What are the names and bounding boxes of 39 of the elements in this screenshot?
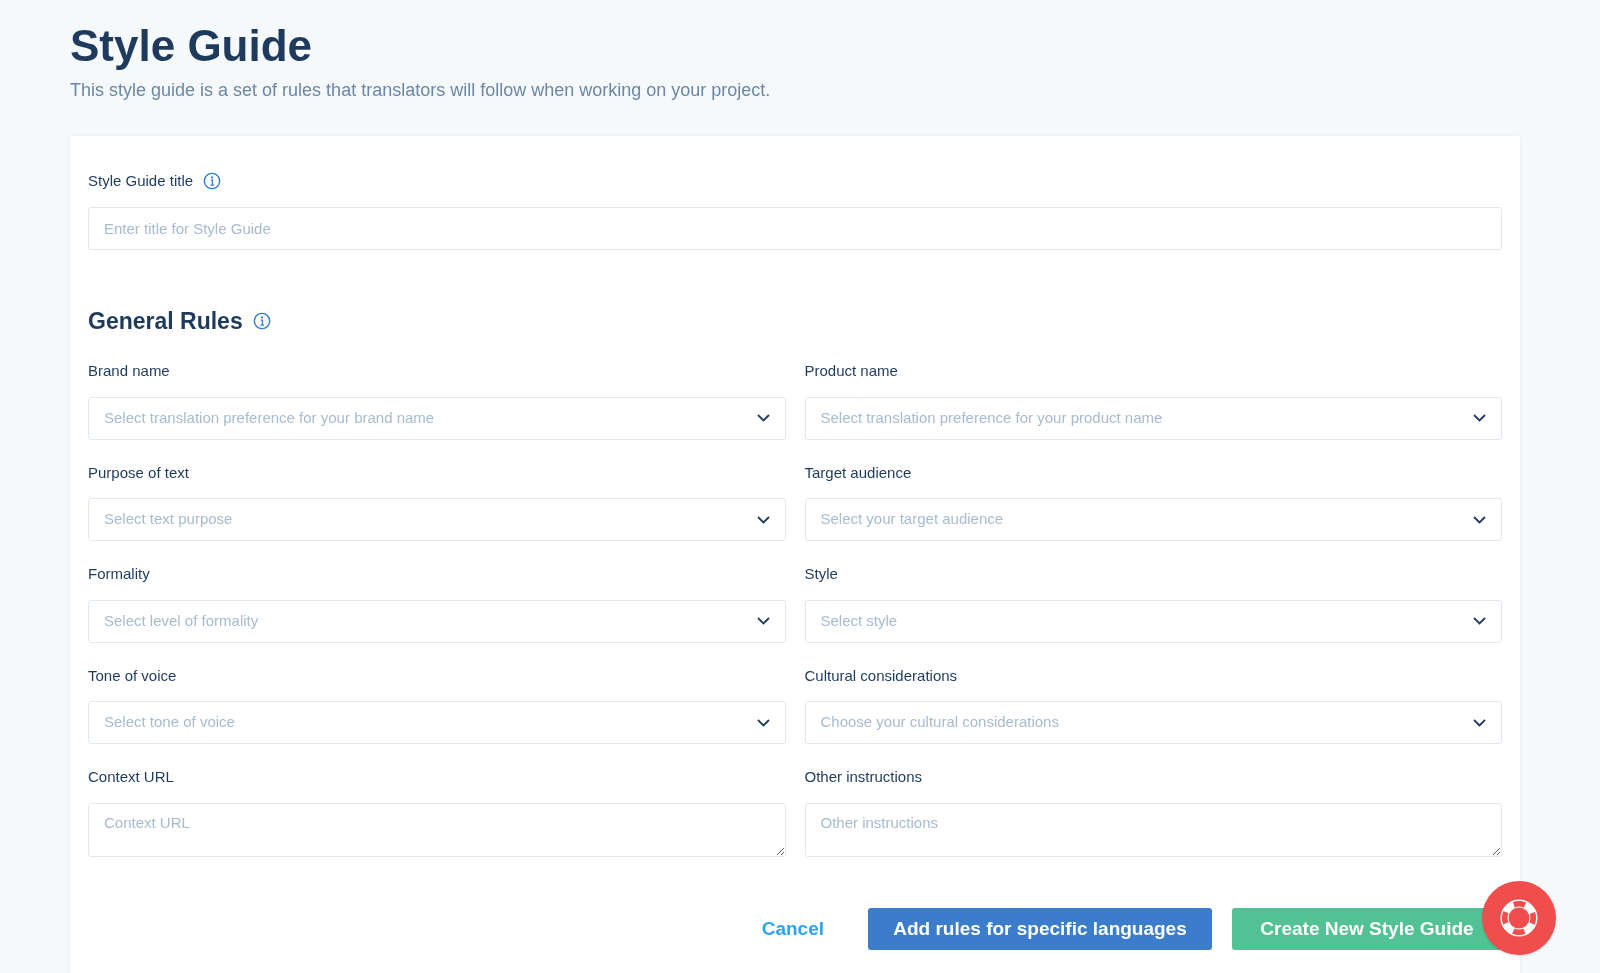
field-label: Cultural considerations: [804, 665, 959, 686]
field-label: Product name: [804, 361, 899, 381]
text-area[interactable]: Other instructions: [804, 802, 1502, 857]
field-label: Tone of voice: [88, 665, 178, 686]
text-area[interactable]: Context URL: [88, 802, 786, 857]
info-icon[interactable]: [252, 311, 271, 330]
chevron-down-icon: [1473, 617, 1486, 625]
select-field[interactable]: Select translation preference for your brand name: [88, 396, 786, 440]
title-input[interactable]: Enter title for Style Guide: [88, 206, 1502, 250]
add-rules-button[interactable]: Add rules for specific languages: [868, 907, 1212, 950]
info-icon[interactable]: [203, 172, 222, 191]
field-label: Formality: [88, 564, 151, 584]
field-label: Brand name: [88, 361, 171, 381]
chevron-down-icon: [1473, 515, 1486, 524]
page-title: Style Guide: [70, 20, 314, 72]
section-heading: General Rules: [88, 306, 243, 336]
chevron-down-icon: [1473, 414, 1486, 422]
chevron-down-icon: [756, 718, 770, 727]
chevron-down-icon: [756, 515, 770, 524]
help-button[interactable]: [1482, 881, 1556, 955]
lifebuoy-icon: [1500, 899, 1538, 937]
field-label: Style: [804, 564, 839, 584]
cancel-button[interactable]: Cancel: [737, 906, 848, 951]
chevron-down-icon: [756, 414, 770, 422]
select-field[interactable]: Select style: [804, 599, 1502, 643]
field-label: Purpose of text: [88, 462, 190, 483]
select-field[interactable]: Select text purpose: [88, 498, 786, 541]
chevron-down-icon: [1473, 718, 1486, 727]
select-field[interactable]: Select tone of voice: [88, 701, 786, 744]
field-label: Style Guide title: [88, 171, 194, 191]
page-subtitle: This style guide is a set of rules that translators will follow when working on your project.: [70, 79, 772, 102]
select-field[interactable]: Choose your cultural considerations: [804, 701, 1502, 744]
select-field[interactable]: Select your target audience: [804, 498, 1502, 541]
chevron-down-icon: [756, 617, 770, 625]
field-label: Other instructions: [804, 767, 924, 787]
field-label: Target audience: [804, 462, 913, 483]
select-field[interactable]: Select translation preference for your product name: [804, 396, 1502, 440]
select-field[interactable]: Select level of formality: [88, 599, 786, 643]
field-label: Context URL: [88, 767, 175, 787]
